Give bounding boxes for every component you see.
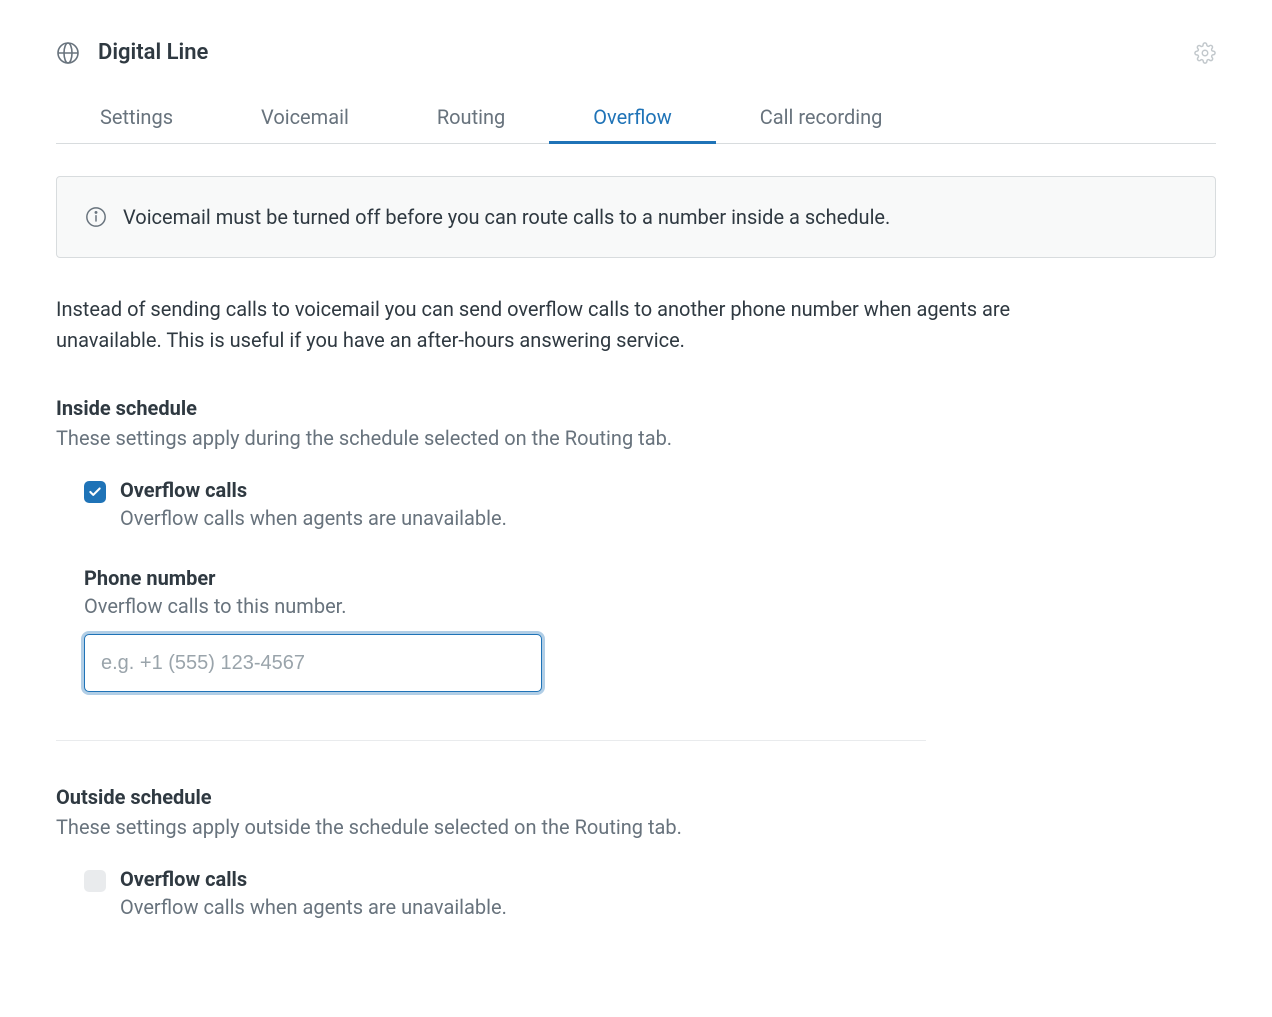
info-banner-text: Voicemail must be turned off before you … xyxy=(123,205,890,229)
gear-icon[interactable] xyxy=(1194,42,1216,64)
header-left: Digital Line xyxy=(56,40,208,65)
globe-icon xyxy=(56,41,80,65)
phone-number-desc: Overflow calls to this number. xyxy=(84,594,1216,618)
outside-overflow-row: Overflow calls Overflow calls when agent… xyxy=(84,867,1216,919)
outside-schedule-section: Outside schedule These settings apply ou… xyxy=(56,785,1216,919)
outside-overflow-desc: Overflow calls when agents are unavailab… xyxy=(120,895,507,919)
phone-number-field-group: Phone number Overflow calls to this numb… xyxy=(84,566,1216,692)
outside-overflow-checkbox[interactable] xyxy=(84,870,106,892)
inside-overflow-checkbox[interactable] xyxy=(84,481,106,503)
tab-overflow[interactable]: Overflow xyxy=(549,93,716,143)
info-banner: Voicemail must be turned off before you … xyxy=(56,176,1216,258)
tab-call-recording[interactable]: Call recording xyxy=(716,93,927,143)
tab-routing[interactable]: Routing xyxy=(393,93,549,143)
inside-schedule-title: Inside schedule xyxy=(56,396,1216,420)
phone-number-label: Phone number xyxy=(84,566,1216,590)
page-header: Digital Line xyxy=(56,40,1216,65)
inside-overflow-content: Overflow calls Overflow calls when agent… xyxy=(120,478,507,530)
inside-overflow-desc: Overflow calls when agents are unavailab… xyxy=(120,506,507,530)
outside-schedule-title: Outside schedule xyxy=(56,785,1216,809)
outside-overflow-content: Overflow calls Overflow calls when agent… xyxy=(120,867,507,919)
phone-number-input[interactable] xyxy=(84,634,542,692)
intro-text: Instead of sending calls to voicemail yo… xyxy=(56,294,1116,356)
inside-schedule-section: Inside schedule These settings apply dur… xyxy=(56,396,1216,692)
inside-overflow-row: Overflow calls Overflow calls when agent… xyxy=(84,478,1216,530)
page-title: Digital Line xyxy=(98,40,208,65)
tab-voicemail[interactable]: Voicemail xyxy=(217,93,393,143)
info-icon xyxy=(85,206,107,228)
tab-settings[interactable]: Settings xyxy=(56,93,217,143)
tabs: Settings Voicemail Routing Overflow Call… xyxy=(56,93,1216,144)
inside-schedule-subtitle: These settings apply during the schedule… xyxy=(56,426,1216,450)
inside-overflow-label: Overflow calls xyxy=(120,478,507,502)
section-divider xyxy=(56,740,926,741)
outside-overflow-label: Overflow calls xyxy=(120,867,507,891)
outside-schedule-subtitle: These settings apply outside the schedul… xyxy=(56,815,1216,839)
